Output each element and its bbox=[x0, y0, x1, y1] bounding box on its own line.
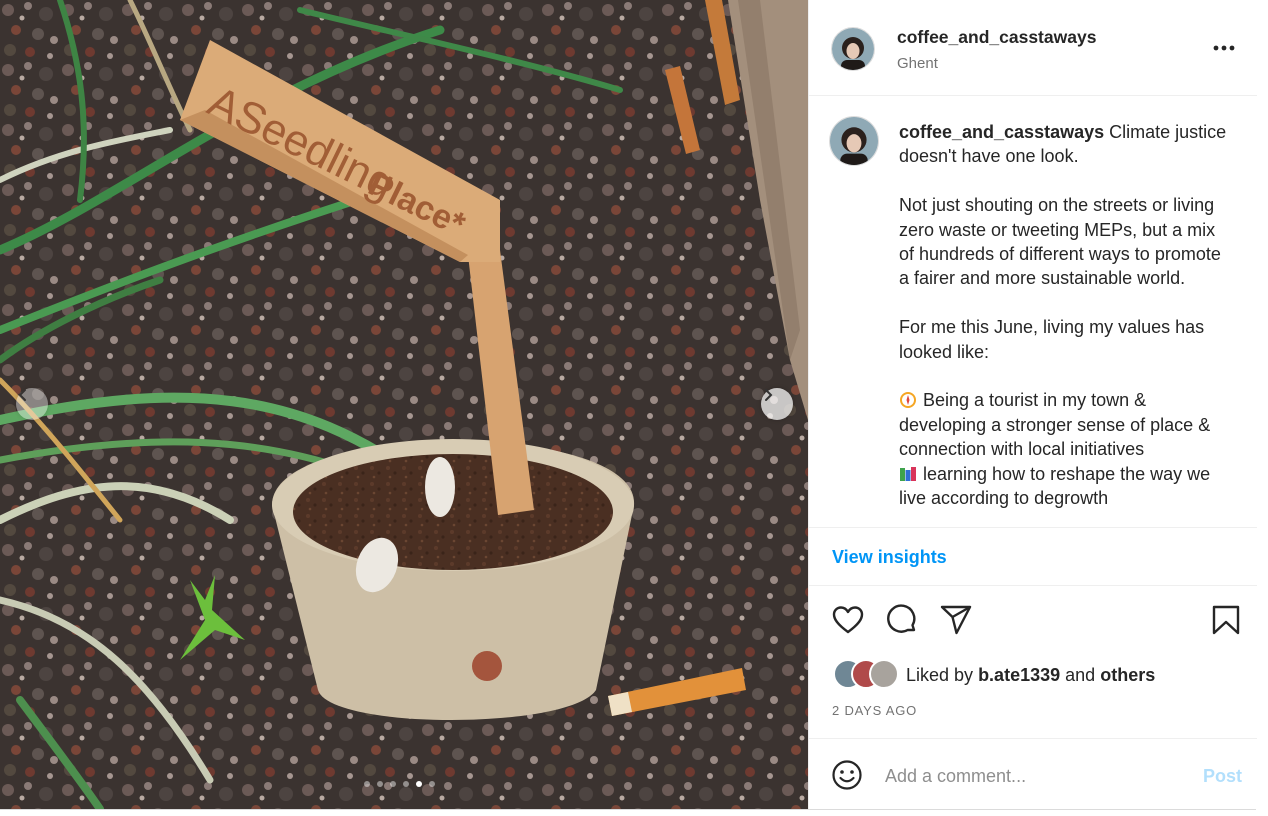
carousel-prev-button[interactable] bbox=[16, 388, 48, 420]
save-button[interactable] bbox=[1209, 603, 1243, 637]
caption-list-item: Being a tourist in my town & developing … bbox=[899, 388, 1231, 461]
books-emoji-icon bbox=[900, 466, 916, 481]
post-details-panel: coffee_and_casstaways Ghent coffee_and_c… bbox=[808, 0, 1257, 809]
caption-username[interactable]: coffee_and_casstaways bbox=[899, 122, 1104, 142]
likes-others-link[interactable]: others bbox=[1100, 665, 1155, 685]
caption-list-text: learning how to reshape the way we live … bbox=[899, 463, 1211, 509]
view-insights-link[interactable]: View insights bbox=[832, 547, 947, 568]
emoji-button[interactable] bbox=[831, 759, 863, 791]
smiley-icon bbox=[832, 760, 862, 790]
author-avatar[interactable] bbox=[831, 27, 875, 71]
more-horizontal-icon bbox=[1213, 45, 1235, 51]
share-button[interactable] bbox=[939, 603, 973, 637]
post-timestamp[interactable]: 2 DAYS AGO bbox=[832, 703, 917, 718]
chevron-right-icon bbox=[765, 389, 773, 401]
instagram-post-modal: ASeedling Place* coffee_and_casstaways G… bbox=[0, 0, 1257, 810]
caption-list-text: Being a tourist in my town & developing … bbox=[899, 390, 1211, 460]
more-options-button[interactable] bbox=[1211, 38, 1237, 58]
liker-username[interactable]: b.ate1339 bbox=[978, 665, 1060, 685]
action-bar bbox=[809, 585, 1257, 655]
comment-bar: Post bbox=[809, 738, 1257, 810]
post-location[interactable]: Ghent bbox=[897, 55, 938, 72]
caption-avatar[interactable] bbox=[829, 116, 879, 166]
likes-conjunction: and bbox=[1065, 665, 1096, 685]
comment-icon bbox=[887, 604, 916, 633]
likes-text: Liked by b.ate1339 and others bbox=[906, 665, 1155, 686]
heart-icon bbox=[832, 606, 864, 634]
avatar-image bbox=[830, 117, 878, 165]
avatar-image bbox=[832, 28, 874, 70]
likes-prefix: Liked by bbox=[906, 665, 974, 685]
caption-text: coffee_and_casstaways Climate justice do… bbox=[899, 120, 1231, 510]
compass-emoji-icon bbox=[900, 392, 916, 409]
carousel-dot bbox=[429, 781, 435, 787]
caption-section: coffee_and_casstaways Climate justice do… bbox=[809, 96, 1257, 527]
like-button[interactable] bbox=[831, 603, 865, 637]
carousel-indicator bbox=[364, 781, 435, 787]
comment-button[interactable] bbox=[885, 603, 919, 637]
photo-illustration: ASeedling Place* bbox=[0, 0, 808, 809]
carousel-dot bbox=[377, 781, 383, 787]
bookmark-icon bbox=[1212, 605, 1240, 635]
share-icon bbox=[940, 605, 972, 635]
post-photo[interactable]: ASeedling Place* bbox=[0, 0, 808, 809]
liker-avatar[interactable] bbox=[869, 659, 899, 689]
carousel-dot bbox=[364, 781, 370, 787]
author-username[interactable]: coffee_and_casstaways bbox=[897, 27, 1096, 48]
carousel-next-button[interactable] bbox=[761, 388, 793, 420]
caption-list-item: learning how to reshape the way we live … bbox=[899, 462, 1231, 511]
caption-paragraph: For me this June, living my values has l… bbox=[899, 317, 1205, 362]
insights-bar: View insights bbox=[809, 527, 1257, 586]
chevron-left-icon bbox=[18, 389, 26, 401]
carousel-dot bbox=[403, 781, 409, 787]
comment-input[interactable] bbox=[885, 763, 1185, 789]
carousel-dot bbox=[390, 781, 396, 787]
post-comment-button[interactable]: Post bbox=[1203, 766, 1242, 787]
carousel-dot bbox=[416, 781, 422, 787]
caption-paragraph: Not just shouting on the streets or livi… bbox=[899, 195, 1221, 289]
likes-summary: Liked by b.ate1339 and others bbox=[833, 658, 1253, 692]
post-header: coffee_and_casstaways Ghent bbox=[809, 0, 1257, 96]
